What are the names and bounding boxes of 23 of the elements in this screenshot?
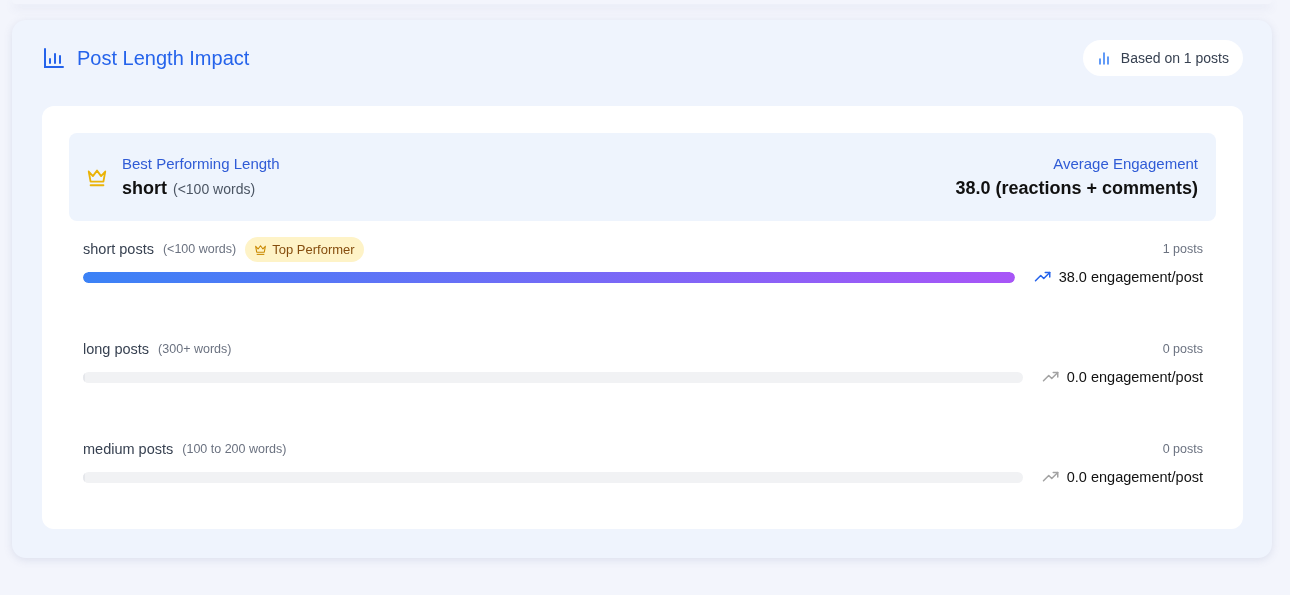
average-engagement-label: Average Engagement (1053, 155, 1198, 172)
bar-chart-icon (42, 46, 66, 70)
section-title: Post Length Impact (77, 46, 250, 70)
word-range: (<100 words) (162, 242, 237, 256)
bar-chart-icon (1096, 51, 1111, 65)
engagement-value: 38.0 engagement/post (1058, 269, 1203, 285)
average-engagement-value: 38.0 (reactions + comments) (955, 178, 1198, 199)
engagement-value: 0.0 engagement/post (1066, 369, 1203, 385)
post-count: 0 posts (1162, 342, 1203, 356)
word-range: (<100 words) (173, 181, 256, 197)
best-length-label: Best Performing Length (122, 155, 280, 172)
length-category: long posts (83, 341, 150, 357)
engagement-value: 0.0 engagement/post (1066, 469, 1203, 485)
top-performer-badge: Top Performer (245, 236, 364, 262)
length-category: medium posts (83, 441, 174, 457)
word-range: (100 to 200 words) (182, 442, 287, 456)
word-range: (300+ words) (158, 342, 232, 356)
post-count: 0 posts (1162, 442, 1203, 456)
post-count: 1 posts (1162, 242, 1203, 256)
posts-count-badge: Based on 1 posts (1082, 40, 1243, 76)
crown-icon (254, 242, 268, 256)
length-category: short posts (83, 241, 154, 257)
best-length-value: short (122, 178, 167, 199)
